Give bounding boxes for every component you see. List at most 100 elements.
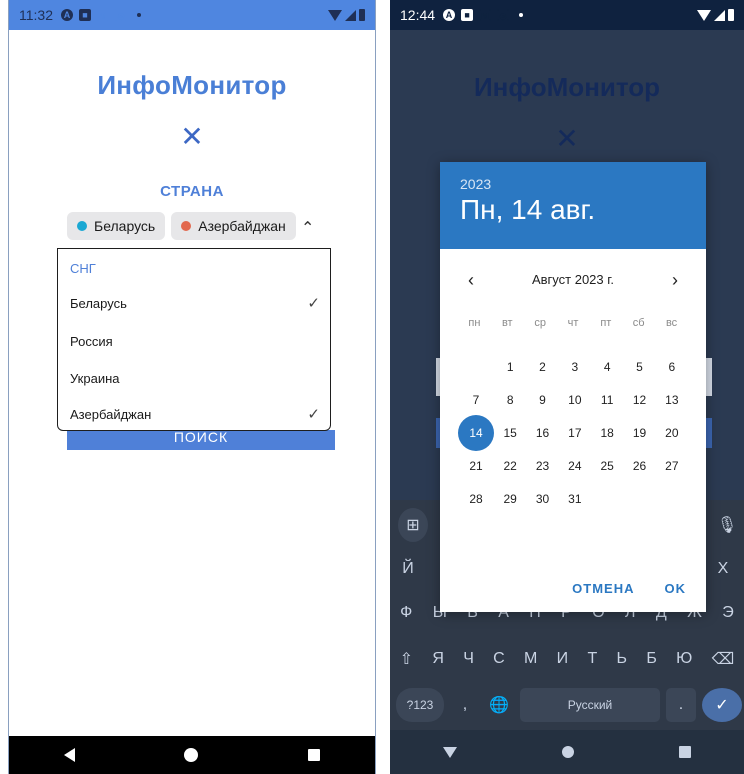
calendar-day[interactable]: 13 xyxy=(656,383,688,416)
home-icon[interactable] xyxy=(184,748,199,762)
microphone-icon[interactable]: 🎙 xyxy=(712,508,742,542)
home-icon[interactable] xyxy=(561,746,574,758)
color-dot-icon xyxy=(181,221,192,231)
back-icon[interactable] xyxy=(442,746,457,758)
status-time: 11:32 xyxy=(19,7,53,23)
dropdown-item-ukraine[interactable]: Украина xyxy=(70,368,320,388)
key[interactable]: Ч xyxy=(463,650,474,668)
signal-icon xyxy=(345,9,356,21)
calendar-blank xyxy=(458,350,494,383)
calendar-day[interactable]: 25 xyxy=(591,449,623,482)
calendar-day[interactable]: 28 xyxy=(458,482,494,515)
color-dot-icon xyxy=(77,221,87,231)
chip-label: Азербайджан xyxy=(198,218,286,234)
calendar-day[interactable]: 11 xyxy=(591,383,623,416)
key-y[interactable]: Й xyxy=(394,552,422,586)
country-dropdown: СНГ Беларусь ✓ Россия Украина Азербайджа… xyxy=(57,248,331,431)
calendar-day[interactable]: 20 xyxy=(656,416,688,449)
key[interactable]: Ю xyxy=(676,650,692,668)
selected-countries: Беларусь Азербайджан xyxy=(67,212,296,240)
calendar-day[interactable]: 30 xyxy=(526,482,558,515)
dropdown-item-label: Россия xyxy=(70,333,113,349)
calendar-day[interactable]: 12 xyxy=(623,383,655,416)
calendar-day[interactable]: 8 xyxy=(494,383,526,416)
calendar-day[interactable]: 1 xyxy=(494,350,526,383)
search-button[interactable]: ПОИСК xyxy=(67,430,335,450)
calendar-day[interactable]: 6 xyxy=(656,350,688,383)
calendar-day[interactable]: 19 xyxy=(623,416,655,449)
calendar-day[interactable]: 9 xyxy=(526,383,558,416)
calendar-day[interactable]: 10 xyxy=(559,383,591,416)
selected-date: Пн, 14 авг. xyxy=(460,194,596,225)
calendar-day[interactable]: 27 xyxy=(656,449,688,482)
cancel-button[interactable]: ОТМЕНА xyxy=(572,581,634,596)
key[interactable]: Э xyxy=(722,604,734,622)
notification-icon: ■ xyxy=(461,9,474,21)
key[interactable]: Т xyxy=(587,650,597,668)
key-kh[interactable]: Х xyxy=(708,552,738,586)
key[interactable]: Ф xyxy=(400,604,412,622)
enter-check-icon[interactable]: ✓ xyxy=(702,688,742,722)
calendar-day[interactable]: 3 xyxy=(559,350,591,383)
status-time: 12:44 xyxy=(400,7,436,23)
dropdown-item-belarus[interactable]: Беларусь ✓ xyxy=(70,293,320,313)
calendar-day[interactable]: 7 xyxy=(458,383,494,416)
back-icon[interactable] xyxy=(63,748,75,762)
chevron-up-icon[interactable]: ⌃ xyxy=(301,218,314,238)
calendar-day[interactable]: 14 xyxy=(458,414,494,451)
space-key[interactable]: Русский xyxy=(520,688,660,722)
period-key[interactable]: . xyxy=(666,688,696,722)
chip-label: Беларусь xyxy=(94,218,156,234)
calendar-day[interactable]: 15 xyxy=(494,416,526,449)
right-screen: 12:44 A ■ M ◎ ИнфоМонитор ✕ ⊞ 🎙 Й Х Ф Ы … xyxy=(390,0,744,774)
recents-icon[interactable] xyxy=(308,749,321,761)
globe-icon[interactable]: 🌐 xyxy=(484,688,514,722)
calendar-day[interactable]: 22 xyxy=(494,449,526,482)
calendar-day[interactable]: 17 xyxy=(559,416,591,449)
key[interactable]: С xyxy=(493,650,505,668)
apps-grid-icon[interactable]: ⊞ xyxy=(398,508,428,542)
key[interactable]: И xyxy=(557,650,569,668)
backspace-icon[interactable]: ⌫ xyxy=(712,649,735,669)
dropdown-item-azerbaijan[interactable]: Азербайджан ✓ xyxy=(70,404,320,424)
calendar-day[interactable]: 2 xyxy=(526,350,558,383)
key[interactable]: Б xyxy=(646,650,657,668)
dropdown-item-russia[interactable]: Россия xyxy=(70,331,320,351)
status-bar: 11:32 A ■ M ◎ xyxy=(9,0,375,30)
calendar-day[interactable]: 5 xyxy=(623,350,655,383)
key[interactable]: Ь xyxy=(617,650,628,668)
comma-key[interactable]: , xyxy=(452,688,478,722)
calendar-day[interactable]: 18 xyxy=(591,416,623,449)
symbols-key[interactable]: ?123 xyxy=(396,688,444,722)
calendar-day[interactable]: 26 xyxy=(623,449,655,482)
mail-icon: M xyxy=(479,9,492,21)
calendar-day[interactable]: 21 xyxy=(458,449,494,482)
calendar-day[interactable]: 16 xyxy=(526,416,558,449)
more-notifications-icon xyxy=(137,13,141,17)
key[interactable]: Я xyxy=(432,650,444,668)
calendar-day[interactable]: 23 xyxy=(526,449,558,482)
chip-belarus[interactable]: Беларусь xyxy=(67,212,166,240)
dropdown-item-label: Беларусь xyxy=(70,295,127,311)
year-selector[interactable]: 2023 xyxy=(460,176,686,192)
chip-azerbaijan[interactable]: Азербайджан xyxy=(171,212,296,240)
dropdown-group-header: СНГ xyxy=(70,261,96,276)
date-field-edge xyxy=(706,358,712,396)
shift-icon[interactable]: ⇧ xyxy=(400,649,413,669)
close-icon[interactable]: ✕ xyxy=(177,122,207,152)
calendar-day[interactable]: 24 xyxy=(559,449,591,482)
calendar-day[interactable]: 29 xyxy=(494,482,526,515)
chevron-right-icon[interactable]: › xyxy=(672,270,678,290)
weekday-label: чт xyxy=(567,317,579,329)
calendar-day[interactable]: 31 xyxy=(559,482,591,515)
calendar-grid: 1 2 3 4 5 6 7 8 9 10 11 12 13 14 15 16 17 18 19 20 21 22 23 24 2… xyxy=(458,350,688,515)
country-label: СТРАНА xyxy=(160,183,224,200)
ok-button[interactable]: OK xyxy=(665,581,687,596)
key[interactable]: М xyxy=(524,650,537,668)
recents-icon[interactable] xyxy=(679,746,692,758)
calendar-day[interactable]: 4 xyxy=(591,350,623,383)
left-screen: 11:32 A ■ M ◎ ИнфоМонитор ✕ СТРАНА Белар… xyxy=(8,0,376,774)
notification-icon: ◎ xyxy=(115,9,127,21)
check-icon: ✓ xyxy=(307,406,320,423)
dialog-actions: ОТМЕНА OK xyxy=(572,581,686,596)
